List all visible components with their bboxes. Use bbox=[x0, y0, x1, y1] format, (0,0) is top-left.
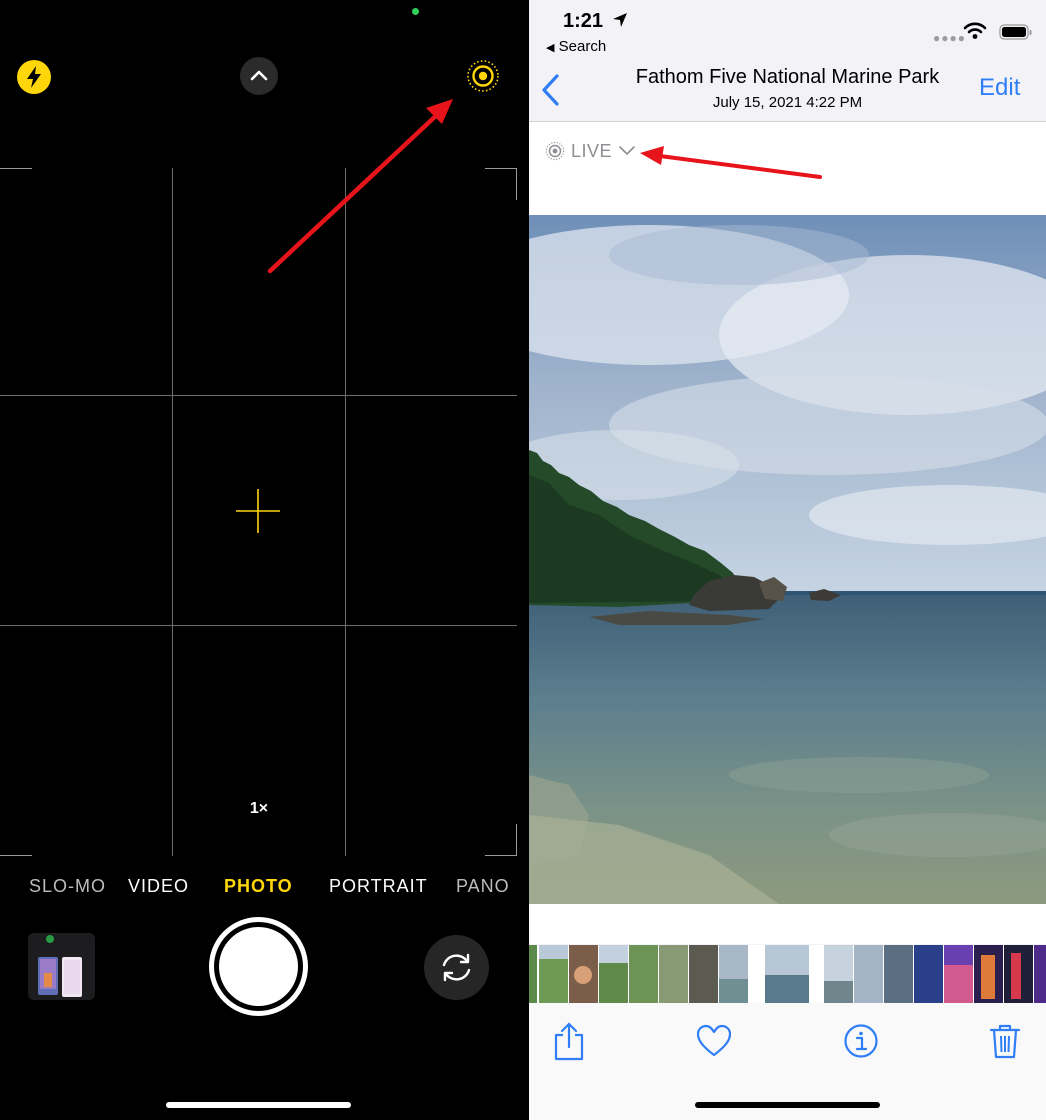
zoom-level-button[interactable]: 1× bbox=[232, 800, 286, 818]
grid-line bbox=[0, 395, 517, 396]
filmstrip-thumbnails bbox=[529, 945, 1046, 1003]
camera-flip-icon bbox=[442, 953, 471, 982]
mode-slo-mo[interactable]: SLO-MO bbox=[29, 876, 106, 897]
mode-photo[interactable]: PHOTO bbox=[224, 876, 293, 897]
wifi-icon bbox=[963, 22, 987, 39]
flash-bolt-icon bbox=[27, 66, 41, 88]
favorite-button[interactable] bbox=[696, 1021, 732, 1061]
camera-in-use-indicator bbox=[412, 8, 419, 15]
live-photo-toggle[interactable] bbox=[465, 58, 501, 94]
expand-controls-button[interactable] bbox=[240, 57, 278, 95]
photo-datetime: July 15, 2021 4:22 PM bbox=[712, 94, 863, 111]
info-button[interactable] bbox=[843, 1021, 879, 1061]
thumbnail-image bbox=[28, 933, 95, 1000]
photo-location-title: Fathom Five National Marine Park bbox=[635, 66, 940, 88]
viewfinder-corner bbox=[485, 168, 517, 200]
photos-screen: 1:21 ◀ Search ●●●● Fathom Five National … bbox=[529, 0, 1046, 1120]
battery-icon bbox=[999, 24, 1032, 40]
live-photo-icon bbox=[467, 60, 499, 92]
chevron-down-icon bbox=[619, 146, 635, 155]
location-arrow-icon bbox=[612, 13, 627, 27]
mode-video[interactable]: VIDEO bbox=[128, 876, 189, 897]
lake-landscape-image bbox=[529, 215, 1046, 904]
focus-crosshair bbox=[236, 489, 280, 533]
main-photo[interactable] bbox=[529, 215, 1046, 904]
status-time-text: 1:21 bbox=[563, 10, 604, 32]
info-icon bbox=[844, 1024, 878, 1058]
back-to-app-button[interactable]: ◀ Search bbox=[546, 38, 606, 55]
trash-icon bbox=[989, 1024, 1021, 1059]
camera-mode-selector: SLO-MO VIDEO PHOTO PORTRAIT PANO bbox=[0, 876, 529, 900]
shutter-inner bbox=[219, 927, 298, 1006]
viewfinder-corner bbox=[485, 824, 517, 856]
viewfinder-corner bbox=[0, 824, 32, 856]
delete-button[interactable] bbox=[987, 1021, 1023, 1061]
share-button[interactable] bbox=[551, 1021, 587, 1061]
heart-icon bbox=[696, 1024, 732, 1057]
home-indicator[interactable] bbox=[166, 1102, 351, 1108]
share-icon bbox=[554, 1022, 584, 1061]
live-photo-icon bbox=[545, 141, 565, 161]
chevron-up-icon bbox=[250, 70, 268, 81]
camera-screen: 1× SLO-MO VIDEO PHOTO PORTRAIT PANO bbox=[0, 0, 529, 1120]
back-button[interactable] bbox=[539, 72, 563, 108]
mode-pano[interactable]: PANO bbox=[456, 876, 510, 897]
grid-line bbox=[172, 168, 173, 856]
flash-button[interactable] bbox=[17, 60, 51, 94]
live-photo-menu[interactable]: LIVE bbox=[545, 140, 637, 162]
grid-line bbox=[0, 625, 517, 626]
grid-line bbox=[345, 168, 346, 856]
status-time: 1:21 bbox=[563, 10, 628, 33]
flip-camera-button[interactable] bbox=[424, 935, 489, 1000]
photo-toolbar bbox=[529, 1003, 1046, 1120]
last-photo-thumbnail[interactable] bbox=[28, 933, 95, 1000]
back-app-label: Search bbox=[558, 38, 607, 55]
signal-dots-icon: ●●●● bbox=[933, 31, 966, 45]
viewfinder-corner bbox=[0, 168, 32, 200]
shutter-button[interactable] bbox=[209, 917, 308, 1016]
edit-button[interactable]: Edit bbox=[979, 74, 1020, 102]
home-indicator[interactable] bbox=[695, 1102, 880, 1108]
photo-filmstrip bbox=[529, 945, 1046, 1003]
mode-portrait[interactable]: PORTRAIT bbox=[329, 876, 428, 897]
back-triangle-icon: ◀ bbox=[546, 42, 555, 54]
chevron-left-icon bbox=[542, 74, 559, 106]
live-badge-label: LIVE bbox=[571, 140, 613, 161]
